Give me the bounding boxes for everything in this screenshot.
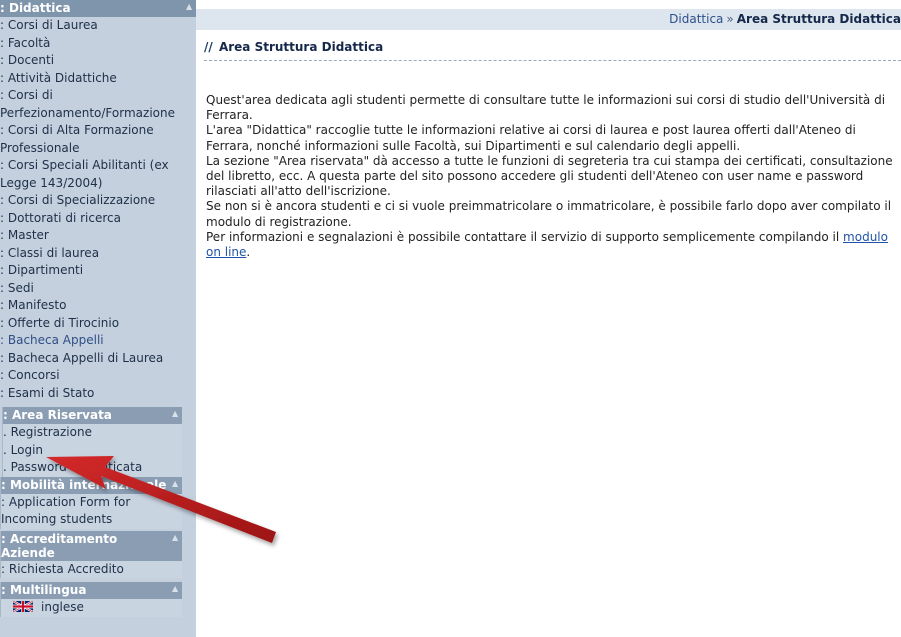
nav-inglese[interactable]: inglese — [1, 599, 182, 617]
support-text: Per informazioni e segnalazioni è possib… — [206, 229, 844, 244]
paragraph-didattica: L'area "Didattica" raccoglie tutte le in… — [206, 123, 856, 153]
page-title: // Area Struttura Didattica — [204, 40, 901, 61]
section-header-accreditamento[interactable]: : Accreditamento Aziende ▲ — [1, 530, 182, 561]
page-title-text: Area Struttura Didattica — [218, 40, 384, 54]
main-content: Didattica» Area Struttura Didattica // Ar… — [196, 0, 901, 637]
paragraph-area-riservata: La sezione "Area riservata" dà accesso a… — [206, 153, 893, 199]
breadcrumb-current: Area Struttura Didattica — [736, 12, 901, 26]
nav-dipartimenti[interactable]: : Dipartimenti — [0, 262, 196, 280]
sidebar: : Didattica ▲ : Corsi di Laurea : Facolt… — [0, 0, 196, 637]
accreditamento-block: : Accreditamento Aziende ▲ : Richiesta A… — [0, 530, 182, 579]
nav-manifesto[interactable]: : Manifesto — [0, 297, 196, 315]
multilingua-block: : Multilingua ▲ inglese — [0, 582, 182, 617]
language-label: inglese — [41, 600, 84, 614]
nav-dottorati-ricerca[interactable]: : Dottorati di ricerca — [0, 210, 196, 228]
breadcrumb-separator: » — [726, 12, 734, 26]
section-title-mobilita: : Mobilità internazionale — [1, 477, 167, 492]
collapse-icon[interactable]: ▲ — [172, 533, 179, 541]
section-header-multilingua[interactable]: : Multilingua ▲ — [1, 582, 182, 599]
uk-flag-icon — [13, 601, 33, 612]
nav-bacheca-appelli-laurea[interactable]: : Bacheca Appelli di Laurea — [0, 350, 196, 368]
collapse-icon[interactable]: ▲ — [172, 410, 179, 418]
nav-registrazione[interactable]: . Registrazione — [3, 424, 182, 442]
nav-application-form[interactable]: : Application Form for Incoming students — [1, 494, 182, 529]
nav-corsi-speciali-abilitanti[interactable]: : Corsi Speciali Abilitanti (ex Legge 14… — [0, 157, 196, 192]
section-header-mobilita[interactable]: : Mobilità internazionale ▲ — [1, 476, 182, 494]
nav-corsi-perfezionamento[interactable]: : Corsi di Perfezionamento/Formazione — [0, 87, 196, 122]
section-body-didattica: : Corsi di Laurea : Facoltà : Docenti : … — [0, 17, 196, 403]
nav-corsi-alta-formazione[interactable]: : Corsi di Alta Formazione Professionale — [0, 122, 196, 157]
nav-login[interactable]: . Login — [3, 442, 182, 460]
support-end: . — [246, 245, 251, 260]
nav-corsi-di-laurea[interactable]: : Corsi di Laurea — [0, 17, 196, 35]
content-text: Quest'area dedicata agli studenti permet… — [206, 93, 893, 260]
section-header-didattica[interactable]: : Didattica ▲ — [0, 0, 196, 17]
nav-classi-laurea[interactable]: : Classi di laurea — [0, 245, 196, 263]
nav-concorsi[interactable]: : Concorsi — [0, 367, 196, 385]
nav-facolta[interactable]: : Facoltà — [0, 35, 196, 53]
collapse-icon[interactable]: ▲ — [172, 585, 179, 593]
nav-richiesta-accredito[interactable]: : Richiesta Accredito — [1, 561, 182, 579]
paragraph-registrazione: Se non si è ancora studenti e ci si vuol… — [206, 199, 892, 229]
paragraph-supporto: Per informazioni e segnalazioni è possib… — [206, 230, 893, 260]
nav-docenti[interactable]: : Docenti — [0, 52, 196, 70]
collapse-icon[interactable]: ▲ — [172, 479, 179, 487]
paragraph-intro: Quest'area dedicata agli studenti permet… — [206, 93, 886, 123]
breadcrumb: Didattica» Area Struttura Didattica — [196, 9, 901, 30]
nav-bacheca-appelli[interactable]: : Bacheca Appelli — [0, 332, 196, 350]
title-prefix: // — [204, 40, 213, 54]
breadcrumb-link-didattica[interactable]: Didattica — [669, 12, 723, 26]
nav-corsi-specializzazione[interactable]: : Corsi di Specializzazione — [0, 192, 196, 210]
nav-attivita-didattiche[interactable]: : Attività Didattiche — [0, 70, 196, 88]
mobilita-block: : Mobilità internazionale ▲ : Applicatio… — [0, 476, 182, 529]
nav-offerte-tirocinio[interactable]: : Offerte di Tirocinio — [0, 315, 196, 333]
nav-esami-di-stato[interactable]: : Esami di Stato — [0, 385, 196, 403]
section-title-multilingua: : Multilingua — [1, 583, 87, 597]
section-title-accreditamento: : Accreditamento Aziende — [1, 531, 118, 560]
section-title-didattica: : Didattica — [0, 1, 71, 15]
nav-sedi[interactable]: : Sedi — [0, 280, 196, 298]
section-header-area-riservata[interactable]: : Area Riservata ▲ — [3, 407, 182, 424]
area-riservata-block: : Area Riservata ▲ . Registrazione . Log… — [2, 407, 182, 477]
nav-master[interactable]: : Master — [0, 227, 196, 245]
nav-password-dimenticata[interactable]: . Password dimenticata — [3, 459, 182, 477]
collapse-icon[interactable]: ▲ — [186, 3, 193, 11]
section-title-area-riservata: : Area Riservata — [3, 408, 112, 422]
